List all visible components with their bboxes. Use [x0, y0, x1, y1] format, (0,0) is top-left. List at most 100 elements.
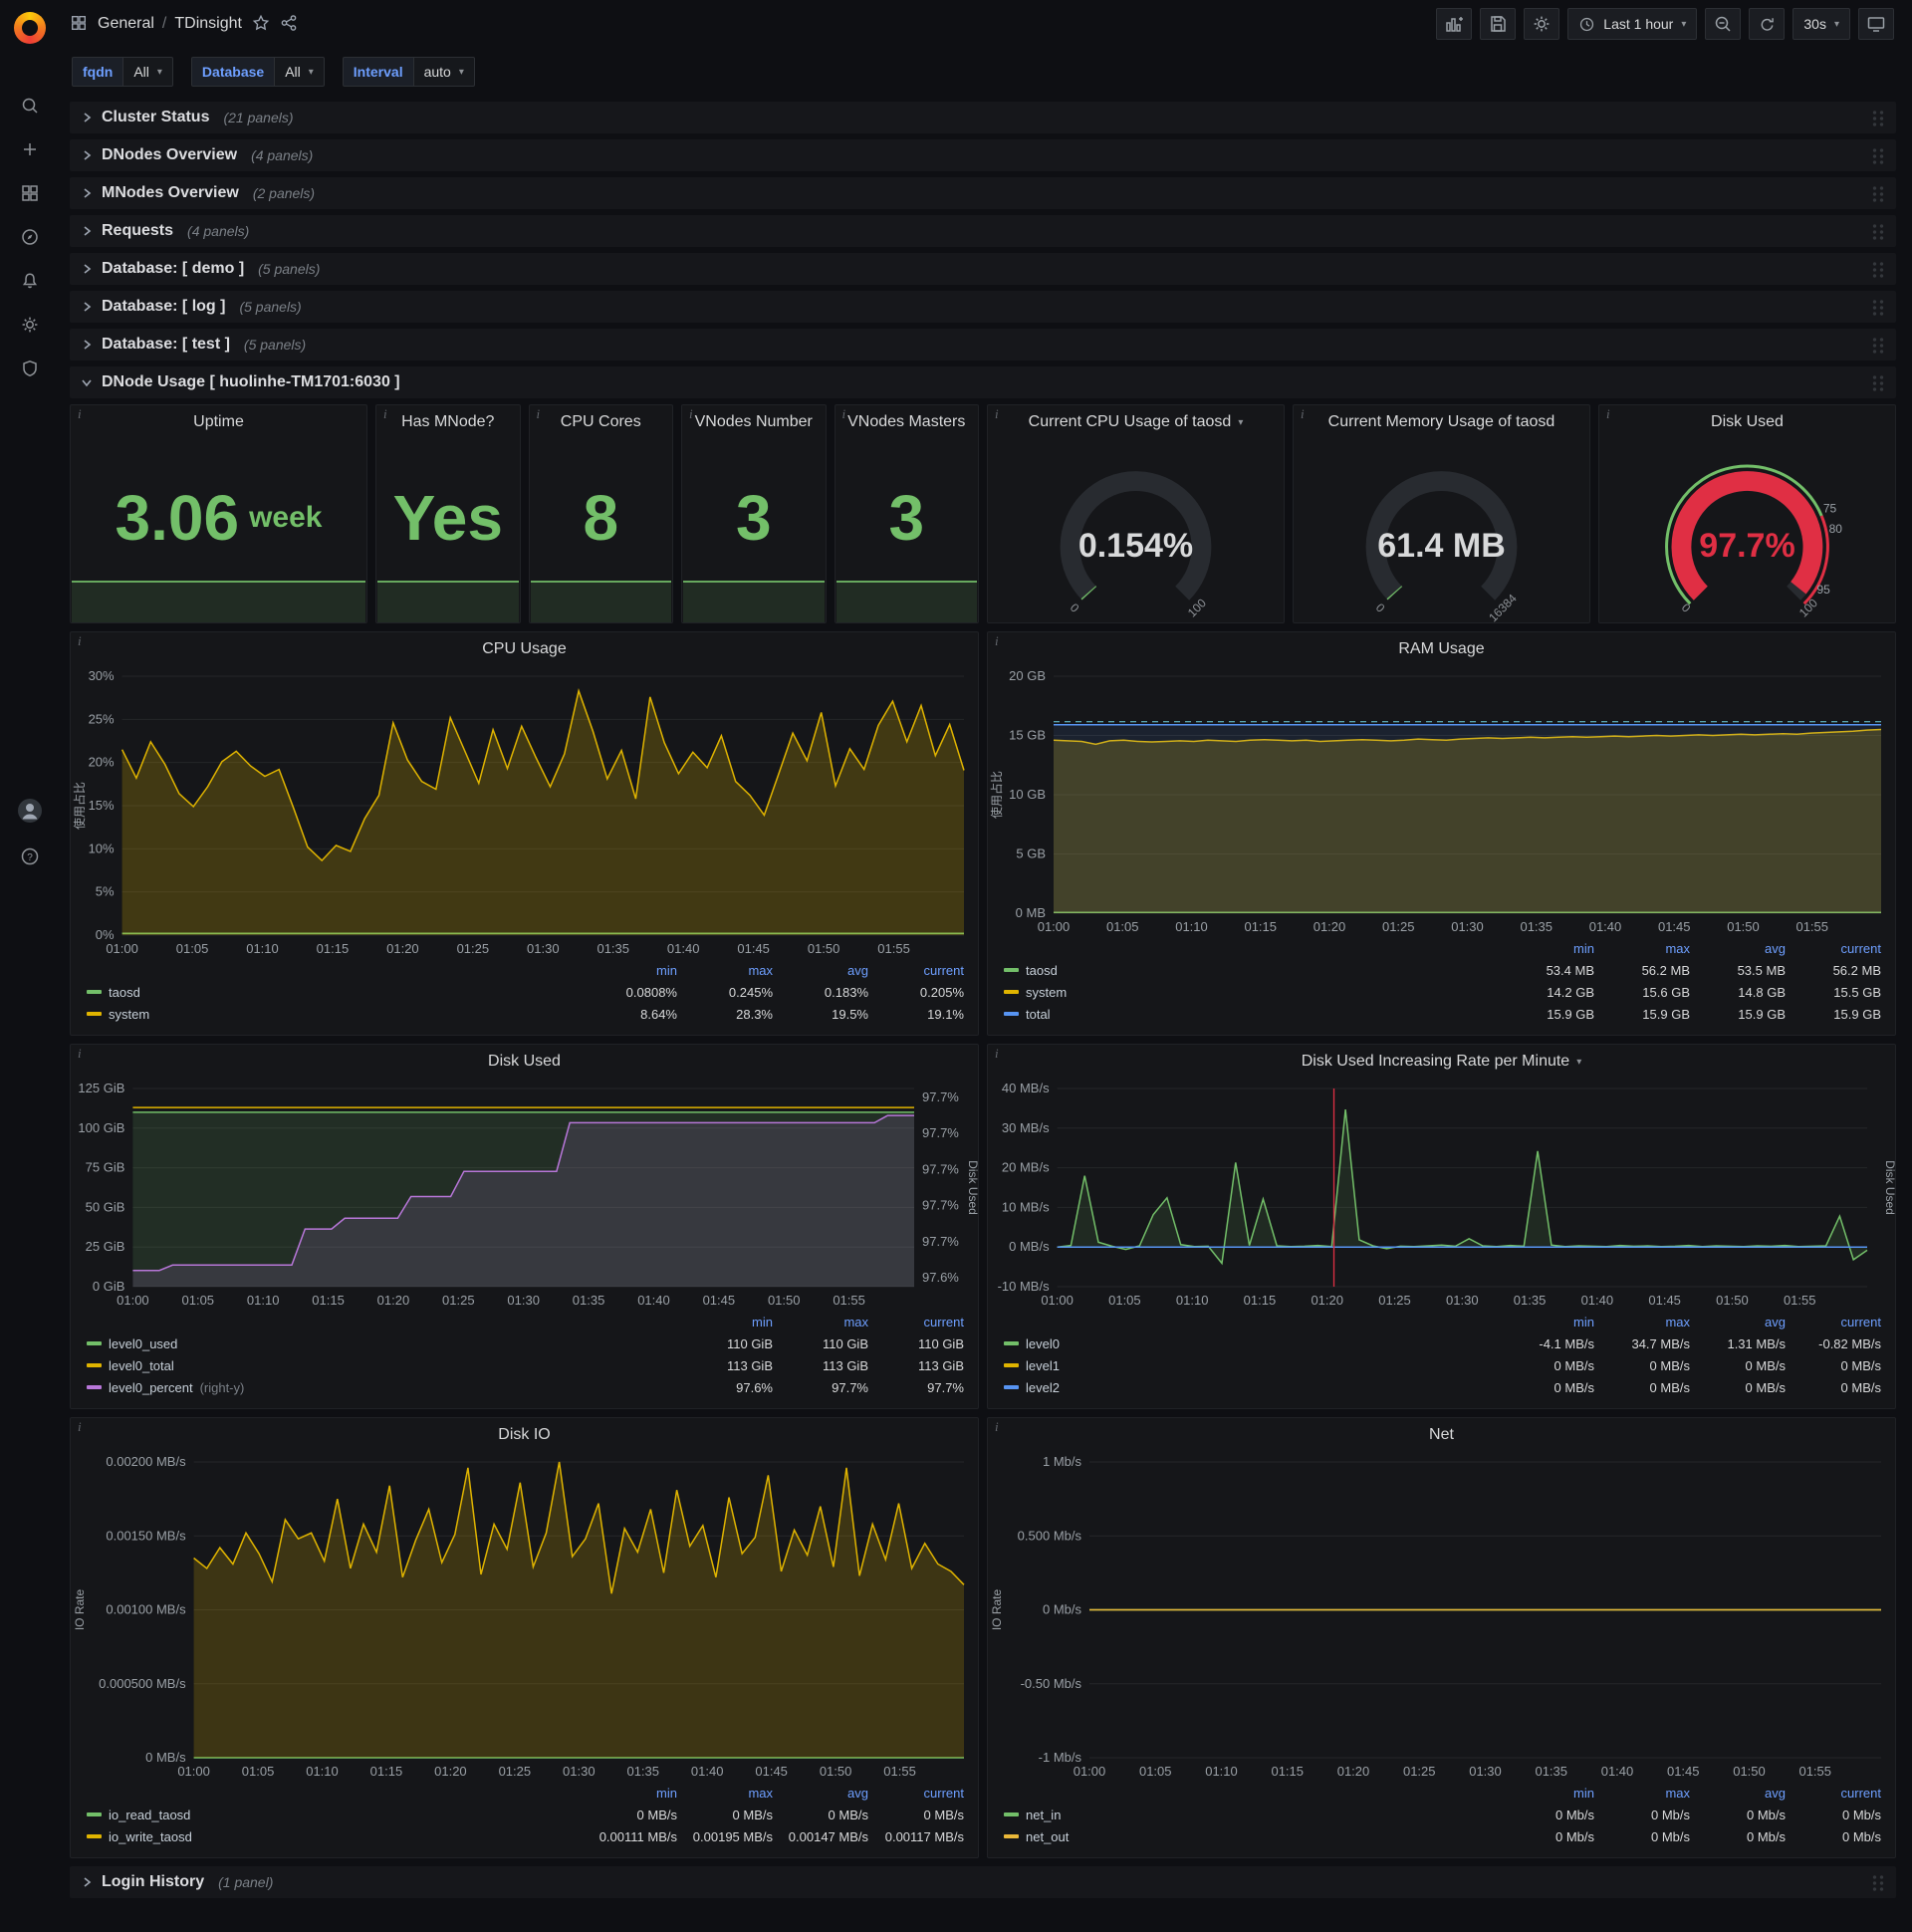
drag-handle-icon[interactable]	[1871, 261, 1886, 278]
panel-info-icon[interactable]: i	[78, 633, 82, 649]
panel-info-icon[interactable]: i	[995, 406, 999, 422]
legend-col-header[interactable]: min	[1499, 1315, 1594, 1329]
legend-col-header[interactable]: min	[582, 963, 677, 978]
panel-title[interactable]: CPU Cores	[530, 405, 673, 439]
panel-title[interactable]: RAM Usage	[988, 632, 1895, 666]
legend-series-toggle[interactable]: net_out	[1004, 1829, 1499, 1844]
chart-canvas[interactable]: 0 MB/s 0.000500 MB/s 0.00100 MB/s 0.00150 M…	[71, 1452, 978, 1782]
row-login-history[interactable]: Login History (1 panel)	[70, 1866, 1896, 1898]
panel-title[interactable]: Disk Used Increasing Rate per Minute ▾	[988, 1045, 1895, 1079]
panel-info-icon[interactable]: i	[689, 406, 693, 422]
refresh-button[interactable]	[1749, 8, 1786, 40]
panel-info-icon[interactable]: i	[78, 406, 82, 422]
legend-col-header[interactable]: max	[677, 963, 773, 978]
chart-canvas[interactable]: -1 Mb/s -0.50 Mb/s 0 Mb/s 0.500 Mb/s 1 Mb/s 0…	[988, 1452, 1895, 1782]
dashboard-row-database-demo[interactable]: Database: [ demo ] (5 panels)	[70, 253, 1896, 285]
legend-col-header[interactable]: current	[868, 1786, 964, 1801]
variable-value-dropdown[interactable]: All ▾	[122, 57, 173, 87]
create-plus-icon[interactable]	[0, 127, 60, 171]
legend-series-toggle[interactable]: level0_total	[87, 1358, 677, 1373]
panel-title[interactable]: Disk Used	[1599, 405, 1895, 439]
drag-handle-icon[interactable]	[1871, 1874, 1886, 1891]
panel-info-icon[interactable]: i	[995, 633, 999, 649]
grafana-logo-icon[interactable]	[14, 12, 46, 44]
breadcrumb-folder[interactable]: General	[98, 15, 154, 33]
dashboard-settings-button[interactable]	[1524, 8, 1560, 40]
panel-title[interactable]: Disk Used	[71, 1045, 978, 1079]
panel-title[interactable]: VNodes Number	[682, 405, 826, 439]
legend-series-toggle[interactable]: level1	[1004, 1358, 1499, 1373]
chart-canvas[interactable]: 0 GiB 25 GiB 50 GiB 75 GiB 100 GiB 125 GiB 97.…	[71, 1079, 978, 1311]
legend-series-toggle[interactable]: total	[1004, 1007, 1499, 1022]
panel-title[interactable]: Net	[988, 1418, 1895, 1452]
panel-info-icon[interactable]: i	[537, 406, 541, 422]
dashboard-row-requests[interactable]: Requests (4 panels)	[70, 215, 1896, 247]
share-icon[interactable]	[280, 14, 298, 35]
legend-col-header[interactable]: max	[677, 1786, 773, 1801]
drag-handle-icon[interactable]	[1871, 223, 1886, 240]
legend-series-toggle[interactable]: taosd	[1004, 963, 1499, 978]
legend-col-header[interactable]: min	[677, 1315, 773, 1329]
legend-col-header[interactable]: current	[868, 963, 964, 978]
legend-col-header[interactable]: current	[1786, 1786, 1881, 1801]
dashboard-row-database-log[interactable]: Database: [ log ] (5 panels)	[70, 291, 1896, 323]
panel-info-icon[interactable]: i	[383, 406, 387, 422]
drag-handle-icon[interactable]	[1871, 110, 1886, 126]
server-admin-shield-icon[interactable]	[0, 347, 60, 390]
panel-info-icon[interactable]: i	[1301, 406, 1305, 422]
drag-handle-icon[interactable]	[1871, 185, 1886, 202]
drag-handle-icon[interactable]	[1871, 337, 1886, 354]
panel-title[interactable]: Has MNode?	[376, 405, 520, 439]
legend-series-toggle[interactable]: level0_percent (right-y)	[87, 1380, 677, 1395]
legend-series-toggle[interactable]: level0_used	[87, 1336, 677, 1351]
legend-col-header[interactable]: max	[1594, 1315, 1690, 1329]
legend-col-header[interactable]: min	[582, 1786, 677, 1801]
search-icon[interactable]	[0, 84, 60, 127]
panel-info-icon[interactable]: i	[995, 1419, 999, 1435]
star-icon[interactable]	[252, 14, 270, 35]
dashboards-icon[interactable]	[0, 171, 60, 215]
legend-col-header[interactable]: avg	[773, 1786, 868, 1801]
legend-series-toggle[interactable]: io_read_taosd	[87, 1808, 582, 1822]
legend-col-header[interactable]: max	[1594, 1786, 1690, 1801]
refresh-interval-picker[interactable]: 30s ▾	[1792, 8, 1850, 40]
variable-value-dropdown[interactable]: All ▾	[274, 57, 325, 87]
legend-col-header[interactable]: min	[1499, 941, 1594, 956]
panel-info-icon[interactable]: i	[842, 406, 846, 422]
legend-series-toggle[interactable]: level0	[1004, 1336, 1499, 1351]
explore-compass-icon[interactable]	[0, 215, 60, 259]
add-panel-button[interactable]	[1436, 8, 1473, 40]
legend-col-header[interactable]: max	[1594, 941, 1690, 956]
legend-col-header[interactable]: max	[773, 1315, 868, 1329]
time-range-picker[interactable]: Last 1 hour ▾	[1567, 8, 1698, 40]
panel-info-icon[interactable]: i	[995, 1046, 999, 1062]
drag-handle-icon[interactable]	[1871, 374, 1886, 391]
legend-col-header[interactable]: current	[1786, 941, 1881, 956]
drag-handle-icon[interactable]	[1871, 147, 1886, 164]
legend-series-toggle[interactable]: system	[87, 1007, 582, 1022]
chart-canvas[interactable]: -10 MB/s 0 MB/s 10 MB/s 20 MB/s 30 MB/s 40 MB…	[988, 1079, 1895, 1311]
legend-col-header[interactable]: min	[1499, 1786, 1594, 1801]
cycle-view-monitor-button[interactable]	[1858, 8, 1894, 40]
legend-series-toggle[interactable]: level2	[1004, 1380, 1499, 1395]
dashboard-row-dnodes-overview[interactable]: DNodes Overview (4 panels)	[70, 139, 1896, 171]
legend-col-header[interactable]: avg	[1690, 1786, 1786, 1801]
alerting-bell-icon[interactable]	[0, 259, 60, 303]
legend-series-toggle[interactable]: taosd	[87, 985, 582, 1000]
legend-col-header[interactable]: current	[868, 1315, 964, 1329]
dashboard-row-database-test[interactable]: Database: [ test ] (5 panels)	[70, 329, 1896, 361]
variable-value-dropdown[interactable]: auto ▾	[412, 57, 475, 87]
legend-series-toggle[interactable]: net_in	[1004, 1808, 1499, 1822]
legend-col-header[interactable]: avg	[1690, 1315, 1786, 1329]
zoom-out-button[interactable]	[1705, 8, 1742, 40]
row-dnode-usage[interactable]: DNode Usage [ huolinhe-TM1701:6030 ]	[70, 366, 1896, 398]
configuration-gear-icon[interactable]	[0, 303, 60, 347]
panel-info-icon[interactable]: i	[78, 1419, 82, 1435]
legend-series-toggle[interactable]: io_write_taosd	[87, 1829, 582, 1844]
panel-title[interactable]: Current CPU Usage of taosd ▾	[988, 405, 1284, 439]
panel-title[interactable]: Current Memory Usage of taosd	[1294, 405, 1589, 439]
drag-handle-icon[interactable]	[1871, 299, 1886, 316]
panel-info-icon[interactable]: i	[1606, 406, 1610, 422]
chart-canvas[interactable]: 0 MB 5 GB 10 GB 15 GB 20 GB 01:00 01:05 01:10 01…	[988, 666, 1895, 937]
save-dashboard-button[interactable]	[1480, 8, 1517, 40]
